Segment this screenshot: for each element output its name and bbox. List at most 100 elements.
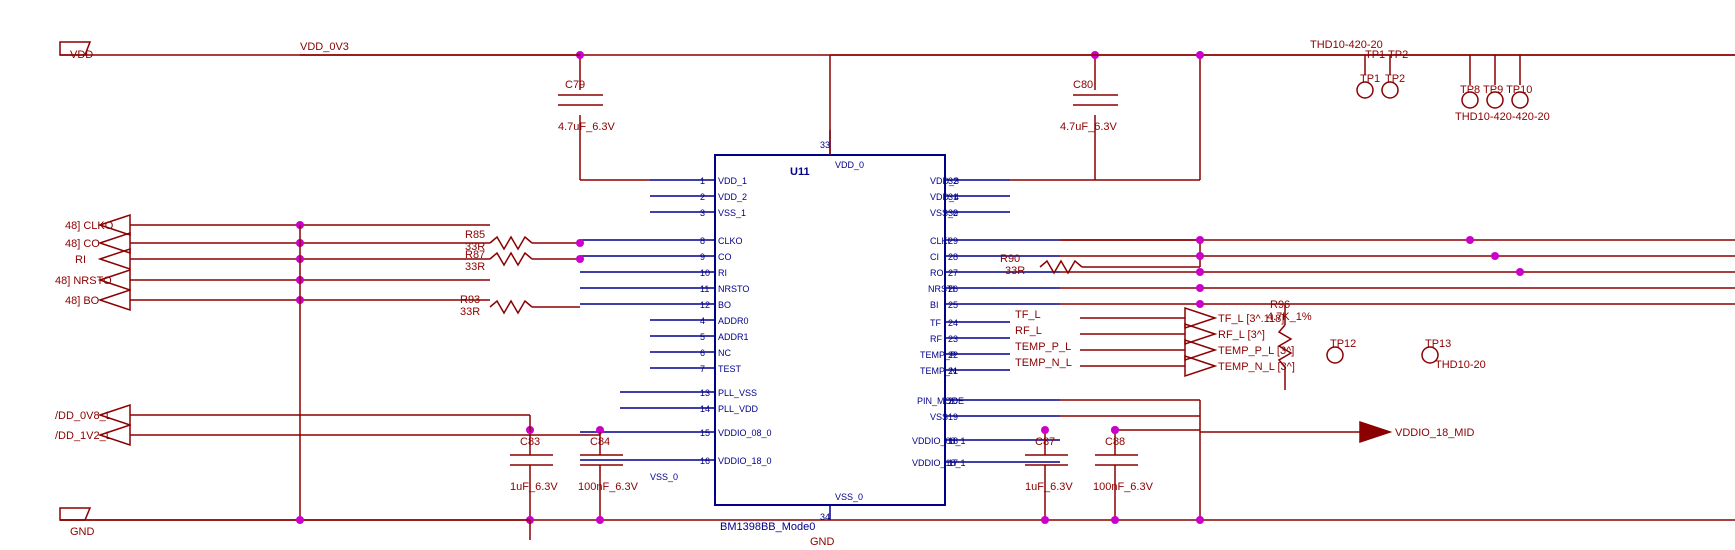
c79-val: 4.7uF_6.3V bbox=[558, 121, 616, 133]
pin32-num: 32 bbox=[948, 176, 958, 186]
r96-ref: R96 bbox=[1270, 299, 1290, 311]
bo-connector bbox=[100, 290, 130, 310]
vss0-left-label: VSS_0 bbox=[650, 472, 678, 482]
pin2-num: 2 bbox=[700, 192, 705, 202]
tp1-label: TP1 bbox=[1360, 73, 1380, 85]
pin23-name: RF bbox=[930, 334, 942, 344]
pin13-name: PLL_VSS bbox=[718, 388, 757, 398]
pin25-num: 25 bbox=[948, 300, 958, 310]
ic-partname: BM1398BB_Mode0 bbox=[720, 521, 815, 533]
node-r85-clko bbox=[576, 239, 584, 247]
c88-val: 100nF_6.3V bbox=[1093, 481, 1154, 493]
pin31-num: 31 bbox=[948, 192, 958, 202]
r87-val: 33R bbox=[465, 261, 485, 273]
gnd-label: GND bbox=[70, 526, 95, 538]
pin5-name: ADDR1 bbox=[718, 332, 749, 342]
pin16-name: VDDIO_18_0 bbox=[718, 456, 772, 466]
pin34-name: VSS_0 bbox=[835, 492, 863, 502]
rf-l-label: RF_L bbox=[1015, 325, 1042, 337]
pin10-name: RI bbox=[718, 268, 727, 278]
pin27-num: 27 bbox=[948, 268, 958, 278]
vddio18mid-connector bbox=[1360, 422, 1390, 442]
pin29-name: CLKI bbox=[930, 236, 950, 246]
tf-l-label: TF_L bbox=[1015, 309, 1041, 321]
r90-ref: R90 bbox=[1000, 253, 1020, 265]
schematic-canvas: VDD GND VDD_0V3 U11 BM1398BB_Mode0 33 VD… bbox=[0, 0, 1735, 550]
pin1-num: 1 bbox=[700, 176, 705, 186]
c87-ref: C87 bbox=[1035, 436, 1055, 448]
pin33-label: 33 bbox=[820, 140, 830, 150]
tp2-label: TP2 bbox=[1385, 73, 1405, 85]
pin22-num: 22 bbox=[948, 350, 958, 360]
pin9-num: 9 bbox=[700, 252, 705, 262]
temp-n-l-label: TEMP_N_L bbox=[1015, 357, 1072, 369]
c80-ref: C80 bbox=[1073, 79, 1093, 91]
node-gnd-left bbox=[296, 516, 304, 524]
pin15-name: VDDIO_08_0 bbox=[718, 428, 772, 438]
nrsto-label: 48] NRSTO bbox=[55, 275, 112, 287]
node-rbus-240 bbox=[1196, 236, 1204, 244]
pin16-num: 16 bbox=[700, 456, 710, 466]
vddio18mid-label: VDDIO_18_MID bbox=[1395, 427, 1475, 439]
c80-val: 4.7uF_6.3V bbox=[1060, 121, 1118, 133]
ic-name: U11 bbox=[790, 166, 810, 178]
c83-val: 1uF_6.3V bbox=[510, 481, 558, 493]
node-vdd-right bbox=[1196, 51, 1204, 59]
pin20-num: 20 bbox=[948, 396, 958, 406]
pin5-num: 5 bbox=[700, 332, 705, 342]
ic-box bbox=[715, 155, 945, 505]
pin6-num: 6 bbox=[700, 348, 705, 358]
pin11-num: 11 bbox=[700, 284, 709, 294]
pin21-num: 21 bbox=[948, 366, 958, 376]
pin4-name: ADDR0 bbox=[718, 316, 749, 326]
node-c84-bot bbox=[596, 516, 604, 524]
tp13-label: TP13 bbox=[1425, 338, 1451, 350]
clko-label: 48] CLKO bbox=[65, 220, 114, 232]
node-rbus-tp-256 bbox=[1491, 252, 1499, 260]
temp-p-bus-label: TEMP_P_L [3^] bbox=[1218, 345, 1294, 357]
pin25-name: BI bbox=[930, 300, 939, 310]
pin1-name: VDD_1 bbox=[718, 176, 747, 186]
node-rbus-256 bbox=[1196, 252, 1204, 260]
c87-val: 1uF_6.3V bbox=[1025, 481, 1073, 493]
c83-ref: C83 bbox=[520, 436, 540, 448]
pin14-num: 14 bbox=[700, 404, 710, 414]
c84-ref: C84 bbox=[590, 436, 610, 448]
tp8-label: TP8 TP9 TP10 bbox=[1460, 84, 1532, 96]
bo-label: 48] BO bbox=[65, 295, 100, 307]
pin10-num: 10 bbox=[700, 268, 710, 278]
pin8-num: 8 bbox=[700, 236, 705, 246]
pin24-name: TF bbox=[930, 318, 941, 328]
pin33-name: VDD_0 bbox=[835, 160, 864, 170]
node-r87-co bbox=[576, 255, 584, 263]
pin12-name: BO bbox=[718, 300, 731, 310]
pin3-name: VSS_1 bbox=[718, 208, 746, 218]
r85-ref: R85 bbox=[465, 229, 485, 241]
pin4-num: 4 bbox=[700, 316, 705, 326]
vdd0v8-label: /DD_0V8_L bbox=[55, 410, 112, 422]
c88-ref: C88 bbox=[1105, 436, 1125, 448]
c79-ref: C79 bbox=[565, 79, 585, 91]
ri-label: RI bbox=[75, 254, 86, 266]
c84-val: 100nF_6.3V bbox=[578, 481, 639, 493]
pin8-name: CLKO bbox=[718, 236, 743, 246]
pin28-num: 28 bbox=[948, 252, 958, 262]
node-rbus-tp-272 bbox=[1516, 268, 1524, 276]
node-rbus-272 bbox=[1196, 268, 1204, 276]
thd-tp-label: THD10-420-420-20 bbox=[1455, 111, 1550, 123]
pin13-num: 13 bbox=[700, 388, 710, 398]
r90-val: 33R bbox=[1005, 265, 1025, 277]
pin9-name: CO bbox=[718, 252, 732, 262]
co-label: 48] CO bbox=[65, 238, 100, 250]
gnd-bottom-label: GND bbox=[810, 536, 835, 548]
pin23-num: 23 bbox=[948, 334, 958, 344]
thd-tp13-label: THD10-20 bbox=[1435, 359, 1486, 371]
tp12-label: TP12 bbox=[1330, 338, 1356, 350]
pin7-num: 7 bbox=[700, 364, 705, 374]
temp-p-l-label: TEMP_P_L bbox=[1015, 341, 1071, 353]
rf-l-bus-label: RF_L [3^] bbox=[1218, 329, 1265, 341]
vdd1v2-label: /DD_1V2_L bbox=[55, 430, 112, 442]
pin12-num: 12 bbox=[700, 300, 710, 310]
pin28-name: CI bbox=[930, 252, 939, 262]
pin18-num: 18 bbox=[948, 436, 958, 446]
